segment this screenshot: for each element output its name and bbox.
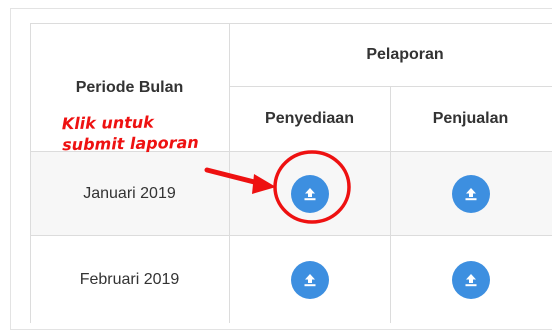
annotation-overlay xyxy=(204,150,351,224)
annotation-arrow-head xyxy=(252,174,276,194)
annotation-circle xyxy=(273,150,351,224)
